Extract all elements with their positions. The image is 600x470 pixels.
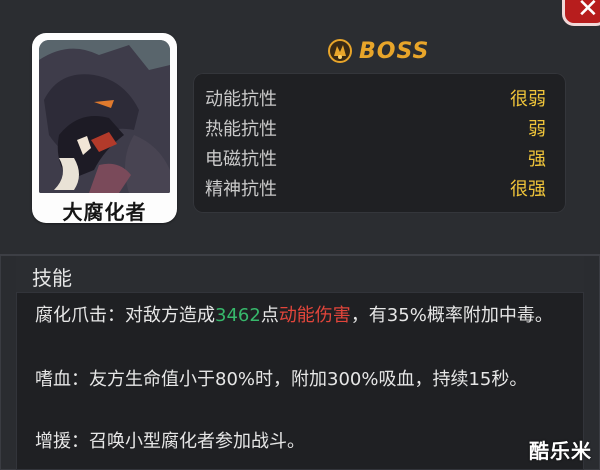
skill-text: 腐化爪击：对敌方造成	[35, 305, 215, 326]
skill-description: 增援：召唤小型腐化者参加战斗。	[35, 431, 305, 452]
boss-name: 大腐化者	[62, 200, 147, 224]
skill-damage-value: 3462	[215, 305, 261, 326]
resistance-value: 强	[528, 149, 546, 170]
resistance-row: 热能抗性 弱	[193, 113, 566, 143]
skills-title: 技能	[32, 266, 72, 290]
boss-portrait-image	[39, 40, 170, 193]
skill-text: ，有35%概率附加中毒。	[350, 305, 553, 326]
boss-portrait-card: 大腐化者	[32, 33, 177, 224]
skill-description: 嗜血：友方生命值小于80%时，附加300%吸血，持续15秒。	[35, 369, 528, 390]
boss-header-section: 大腐化者 BOSS 动能抗性 很弱 热能抗性 弱 电磁抗性 强 精神抗性 很强	[0, 0, 600, 255]
resistance-value: 弱	[528, 119, 546, 140]
boss-tier-label: BOSS	[359, 38, 430, 64]
close-button[interactable]: ✕	[562, 0, 600, 26]
skill-text: 点	[260, 305, 279, 326]
resistance-row: 精神抗性 很强	[193, 173, 566, 203]
resistance-value: 很强	[510, 179, 546, 200]
resistance-row: 动能抗性 很弱	[193, 83, 566, 113]
boss-emblem-icon	[328, 39, 352, 63]
skills-list: 腐化爪击：对敌方造成3462点动能伤害，有35%概率附加中毒。 嗜血：友方生命值…	[16, 292, 584, 470]
watermark-logo: 酷乐米	[529, 439, 592, 463]
resistance-value: 很弱	[510, 89, 546, 110]
resistance-row: 电磁抗性 强	[193, 143, 566, 173]
resistance-label: 精神抗性	[205, 179, 277, 200]
boss-info-panel: 大腐化者 BOSS 动能抗性 很弱 热能抗性 弱 电磁抗性 强 精神抗性 很强 …	[0, 0, 600, 470]
skill-description: 腐化爪击：对敌方造成3462点动能伤害，有35%概率附加中毒。	[35, 302, 565, 329]
skills-header: 技能	[16, 256, 584, 292]
resistance-label: 电磁抗性	[205, 149, 277, 170]
close-icon: ✕	[577, 0, 599, 24]
skill-damage-type: 动能伤害	[278, 305, 351, 326]
resistance-list: 动能抗性 很弱 热能抗性 弱 电磁抗性 强 精神抗性 很强	[193, 73, 566, 213]
boss-title: BOSS	[327, 36, 429, 66]
resistance-label: 动能抗性	[205, 89, 277, 110]
resistance-label: 热能抗性	[205, 119, 277, 140]
